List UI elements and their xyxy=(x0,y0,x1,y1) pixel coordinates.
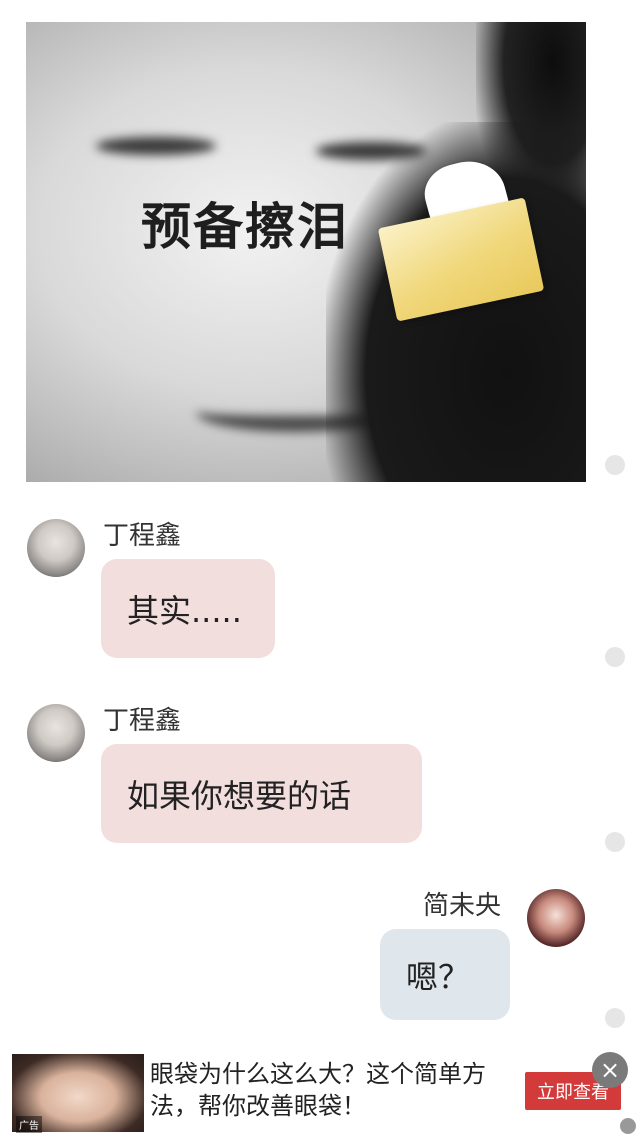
avatar[interactable] xyxy=(27,519,85,577)
ad-text[interactable]: 眼袋为什么这么大？这个简单方法，帮你改善眼袋！ xyxy=(150,1058,510,1122)
side-dot xyxy=(605,1008,625,1028)
sender-name: 丁程鑫 xyxy=(103,521,182,551)
side-dot xyxy=(605,647,625,667)
ad-banner[interactable]: 广告 眼袋为什么这么大？这个简单方法，帮你改善眼袋！ 立即查看 xyxy=(0,1042,640,1138)
close-icon[interactable]: × xyxy=(592,1052,628,1088)
meme-eye-left xyxy=(96,137,216,155)
avatar[interactable] xyxy=(27,704,85,762)
message-bubble[interactable]: 嗯？ xyxy=(380,929,510,1020)
sender-name: 丁程鑫 xyxy=(103,706,182,736)
ad-info-icon[interactable] xyxy=(620,1118,636,1134)
side-dot xyxy=(605,455,625,475)
sender-name: 简未央 xyxy=(423,891,502,921)
ad-label: 广告 xyxy=(16,1116,42,1133)
message-bubble[interactable]: 其实..... xyxy=(101,559,275,658)
message-bubble[interactable]: 如果你想要的话 xyxy=(101,744,422,843)
meme-image[interactable]: 预备擦泪 xyxy=(26,22,586,482)
avatar[interactable] xyxy=(527,889,585,947)
side-dot xyxy=(605,832,625,852)
meme-caption: 预备擦泪 xyxy=(141,198,349,256)
